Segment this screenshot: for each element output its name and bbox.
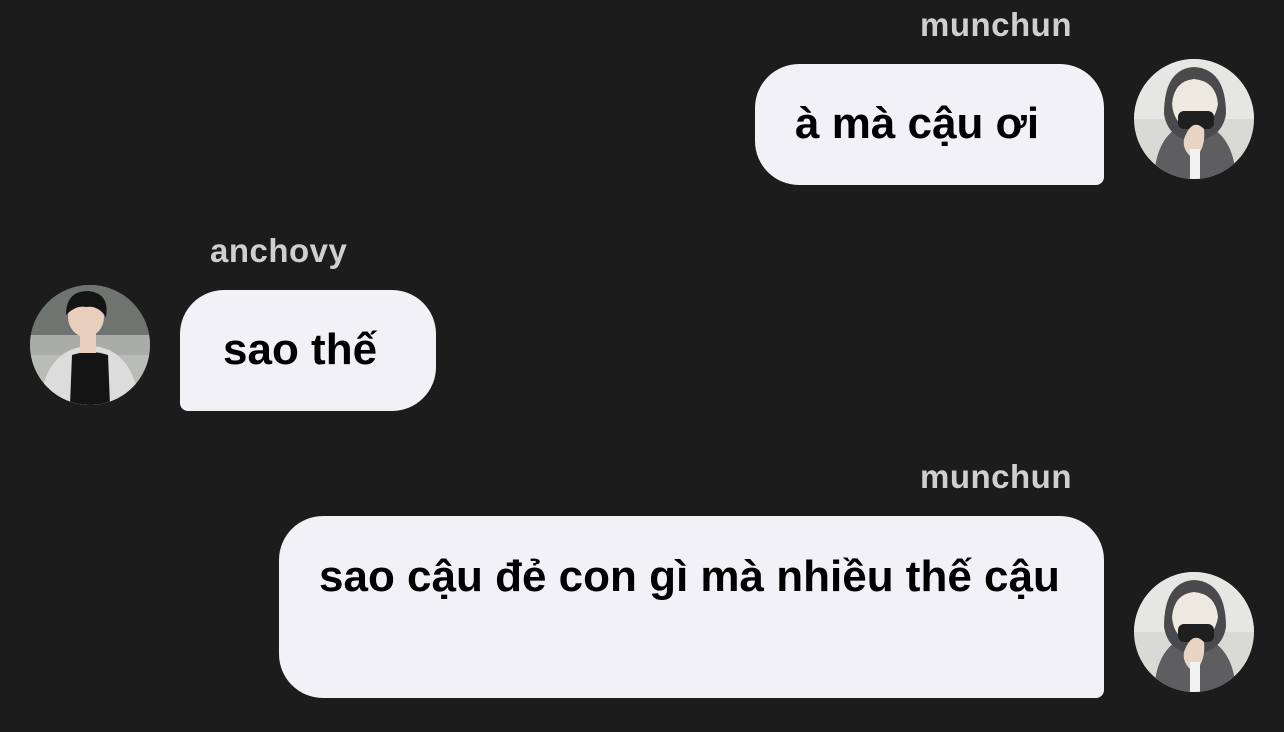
person-avatar-icon[interactable] (30, 285, 150, 405)
message-text: sao cậu đẻ con gì mà nhiều thế cậu (319, 552, 1060, 601)
message-bubble[interactable]: sao cậu đẻ con gì mà nhiều thế cậu (279, 516, 1104, 698)
message-bubble[interactable]: sao thế (180, 290, 436, 411)
sender-name: munchun (920, 6, 1072, 43)
sender-name: anchovy (210, 232, 348, 269)
hooded-person-avatar-icon[interactable] (1134, 572, 1254, 692)
hooded-person-avatar-icon[interactable] (1134, 59, 1254, 179)
message-text: sao thế (223, 325, 378, 374)
message-bubble[interactable]: à mà cậu ơi (755, 64, 1104, 185)
message-text: à mà cậu ơi (795, 99, 1040, 148)
sender-name: munchun (920, 458, 1072, 495)
